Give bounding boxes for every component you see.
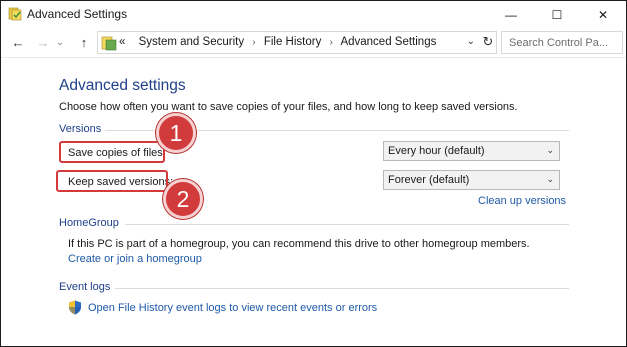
- refresh-button[interactable]: ↻: [477, 31, 499, 53]
- breadcrumb-overflow[interactable]: «: [119, 36, 125, 48]
- annotation-box-keep-versions: [56, 170, 168, 192]
- search-input[interactable]: Search Control Pa...: [501, 31, 623, 54]
- chevron-down-icon: ⌄: [546, 145, 554, 155]
- toolbar-divider: [1, 57, 626, 58]
- open-event-logs-link[interactable]: Open File History event logs to view rec…: [88, 302, 377, 314]
- address-dropdown-icon[interactable]: ⌄: [467, 36, 475, 47]
- homegroup-divider: [125, 224, 569, 225]
- annotation-badge-2: 2: [163, 179, 203, 219]
- breadcrumb-advanced-settings[interactable]: Advanced Settings: [340, 36, 436, 48]
- back-arrow-icon: ←: [11, 34, 25, 50]
- keep-versions-select[interactable]: Forever (default) ⌄: [383, 170, 560, 190]
- page-description: Choose how often you want to save copies…: [59, 101, 518, 113]
- create-join-homegroup-link[interactable]: Create or join a homegroup: [68, 253, 202, 265]
- window-frame: Advanced Settings — ☐ ✕ ← → ⌄ ↑ « System…: [0, 0, 627, 347]
- forward-button[interactable]: →: [32, 31, 54, 53]
- annotation-badge-1: 1: [156, 113, 196, 153]
- annotation-box-save-copies: [59, 141, 165, 163]
- minimize-icon: —: [505, 7, 517, 22]
- page-title: Advanced settings: [59, 77, 186, 94]
- search-placeholder: Search Control Pa...: [509, 37, 609, 49]
- address-bar[interactable]: « System and Security › File History › A…: [97, 31, 497, 54]
- minimize-button[interactable]: —: [488, 1, 534, 28]
- event-logs-divider: [115, 288, 569, 289]
- close-button[interactable]: ✕: [580, 1, 626, 28]
- breadcrumb: « System and Security › File History › A…: [119, 36, 436, 48]
- breadcrumb-system-and-security[interactable]: System and Security: [139, 36, 244, 48]
- file-history-app-icon: [8, 7, 22, 21]
- breadcrumb-file-history[interactable]: File History: [264, 36, 322, 48]
- versions-heading: Versions: [59, 123, 102, 135]
- chevron-down-icon: ⌄: [546, 174, 554, 184]
- homegroup-text: If this PC is part of a homegroup, you c…: [68, 238, 530, 250]
- control-panel-icon: [101, 36, 117, 51]
- keep-versions-value: Forever (default): [388, 174, 470, 186]
- save-copies-select[interactable]: Every hour (default) ⌄: [383, 141, 560, 161]
- up-button[interactable]: ↑: [73, 31, 95, 53]
- homegroup-heading: HomeGroup: [59, 217, 119, 229]
- admin-shield-icon: [69, 300, 81, 315]
- close-icon: ✕: [597, 7, 609, 22]
- title-bar: Advanced Settings — ☐ ✕: [1, 1, 626, 28]
- forward-arrow-icon: →: [36, 34, 50, 50]
- refresh-icon: ↻: [482, 34, 494, 49]
- event-logs-heading: Event logs: [59, 281, 111, 293]
- maximize-button[interactable]: ☐: [534, 1, 580, 28]
- breadcrumb-separator-icon: ›: [252, 37, 256, 48]
- chevron-down-icon: ⌄: [55, 36, 65, 48]
- back-button[interactable]: ←: [7, 31, 29, 53]
- navigation-bar: ← → ⌄ ↑ « System and Security › File His…: [1, 28, 626, 57]
- window-title: Advanced Settings: [27, 7, 128, 21]
- clean-up-versions-link[interactable]: Clean up versions: [478, 195, 566, 207]
- maximize-icon: ☐: [551, 7, 563, 22]
- breadcrumb-separator-icon: ›: [329, 37, 333, 48]
- up-arrow-icon: ↑: [80, 34, 88, 50]
- save-copies-value: Every hour (default): [388, 145, 485, 157]
- recent-locations-button[interactable]: ⌄: [53, 31, 67, 53]
